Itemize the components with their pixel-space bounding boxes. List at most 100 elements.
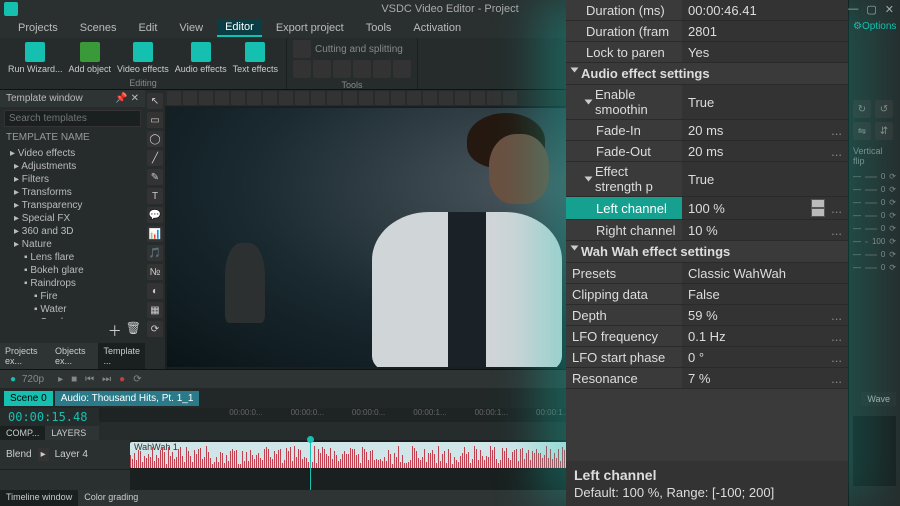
tab-layers[interactable]: LAYERS (45, 426, 92, 440)
menu-scenes[interactable]: Scenes (72, 20, 125, 36)
tree-item[interactable]: ▸ 360 and 3D (4, 225, 141, 238)
pv-btn[interactable] (215, 91, 229, 105)
slider[interactable] (865, 254, 877, 256)
pv-btn[interactable] (407, 91, 421, 105)
pv-btn[interactable] (455, 91, 469, 105)
menu-export[interactable]: Export project (268, 20, 352, 36)
text-effects-button[interactable]: Text effects (231, 40, 280, 76)
prop-row[interactable]: Right channel10 %... (566, 220, 848, 241)
play-icon[interactable]: ▸ (55, 374, 66, 385)
ellipsis-button[interactable]: ... (825, 144, 842, 159)
ellipse-tool-icon[interactable]: ◯ (147, 131, 163, 147)
resolution-indicator[interactable]: ● 720p (4, 374, 53, 385)
next-icon[interactable]: ⏭ (99, 374, 114, 385)
pv-btn[interactable] (167, 91, 181, 105)
pv-btn[interactable] (231, 91, 245, 105)
pv-btn[interactable] (311, 91, 325, 105)
audio-effects-button[interactable]: Audio effects (173, 40, 229, 76)
pin-icon[interactable]: 📌 ✕ (115, 93, 139, 104)
stop-icon[interactable]: ■ (68, 374, 80, 385)
pv-btn[interactable] (183, 91, 197, 105)
remove-template-icon[interactable]: 🗑 (126, 321, 141, 341)
pv-btn[interactable] (199, 91, 213, 105)
counter-tool-icon[interactable]: № (147, 264, 163, 280)
pv-btn[interactable] (439, 91, 453, 105)
slider[interactable] (865, 241, 868, 243)
tool-btn-1[interactable] (293, 60, 311, 78)
pv-btn[interactable] (247, 91, 261, 105)
tree-item[interactable]: ▸ Adjustments (4, 160, 141, 173)
pv-btn[interactable] (263, 91, 277, 105)
cut-icon[interactable] (293, 40, 311, 58)
pv-btn[interactable] (279, 91, 293, 105)
flip-h-icon[interactable]: ⇋ (853, 122, 871, 140)
line-tool-icon[interactable]: ╱ (147, 150, 163, 166)
tool-btn-4[interactable] (353, 60, 371, 78)
prop-row[interactable]: Left channel100 %... (566, 197, 848, 220)
text-tool-icon[interactable]: T (147, 188, 163, 204)
menu-edit[interactable]: Edit (130, 20, 165, 36)
menu-editor[interactable]: Editor (217, 19, 262, 37)
prop-row[interactable]: Clipping dataFalse (566, 284, 848, 305)
ellipsis-button[interactable]: ... (825, 308, 842, 323)
rotate-ccw-icon[interactable]: ↺ (875, 100, 893, 118)
rec-icon[interactable]: ● (116, 374, 128, 385)
ellipsis-button[interactable]: ... (825, 123, 842, 138)
slider[interactable] (865, 176, 877, 178)
prop-row[interactable]: Duration (ms)00:00:46.41 (566, 0, 848, 21)
track-row[interactable]: Blend ▸ Layer 4 (0, 440, 130, 470)
pv-btn[interactable] (359, 91, 373, 105)
tree-item[interactable]: ▸ Nature (4, 238, 141, 251)
tree-item[interactable]: ▸ Video effects (4, 147, 141, 160)
slider[interactable] (865, 202, 877, 204)
tree-item[interactable]: ▪ Bokeh glare (4, 264, 141, 277)
tree-item[interactable]: ▪ Water (4, 303, 141, 316)
animation-tool-icon[interactable]: ⟳ (147, 321, 163, 337)
cursor-tool-icon[interactable]: ↖ (147, 93, 163, 109)
menu-tools[interactable]: Tools (358, 20, 400, 36)
prop-row[interactable]: Resonance7 %... (566, 368, 848, 389)
chart-tool-icon[interactable]: 📊 (147, 226, 163, 242)
pv-btn[interactable] (295, 91, 309, 105)
tree-item[interactable]: ▪ Fire (4, 290, 141, 303)
run-wizard-button[interactable]: Run Wizard... (6, 40, 65, 76)
spinner[interactable] (811, 199, 825, 217)
prop-row[interactable]: LFO start phase0 °... (566, 347, 848, 368)
tool-btn-6[interactable] (393, 60, 411, 78)
video-effects-button[interactable]: Video effects (115, 40, 171, 76)
tool-btn-2[interactable] (313, 60, 331, 78)
menu-view[interactable]: View (171, 20, 211, 36)
rect-tool-icon[interactable]: ▭ (147, 112, 163, 128)
pv-btn[interactable] (487, 91, 501, 105)
add-template-icon[interactable]: ＋ (108, 321, 122, 341)
tree-item[interactable]: ▸ Transparency (4, 199, 141, 212)
slider[interactable] (865, 228, 877, 230)
pv-btn[interactable] (343, 91, 357, 105)
prop-row[interactable]: Effect strength pTrue (566, 162, 848, 197)
pv-btn[interactable] (375, 91, 389, 105)
prop-row[interactable]: Lock to parenYes (566, 42, 848, 63)
prop-row[interactable]: Fade-In20 ms... (566, 120, 848, 141)
tool-btn-3[interactable] (333, 60, 351, 78)
add-object-button[interactable]: Add object (67, 40, 114, 76)
prop-row[interactable]: LFO frequency0.1 Hz... (566, 326, 848, 347)
pen-tool-icon[interactable]: ✎ (147, 169, 163, 185)
tool-btn-5[interactable] (373, 60, 391, 78)
ellipsis-button[interactable]: ... (825, 371, 842, 386)
playhead[interactable] (310, 440, 311, 490)
pv-btn[interactable] (327, 91, 341, 105)
prop-row[interactable]: Enable smoothinTrue (566, 85, 848, 120)
prop-section-header[interactable]: Wah Wah effect settings (566, 241, 848, 263)
prop-row[interactable]: Fade-Out20 ms... (566, 141, 848, 162)
tree-item[interactable]: ▸ Transforms (4, 186, 141, 199)
prop-row[interactable]: Duration (fram2801 (566, 21, 848, 42)
ellipsis-button[interactable]: ... (825, 350, 842, 365)
audio-clip-tab[interactable]: Audio: Thousand Hits, Pt. 1_1 (55, 391, 200, 406)
tree-item[interactable]: ▸ Filters (4, 173, 141, 186)
mask-tool-icon[interactable]: ◐ (147, 283, 163, 299)
wave-tab[interactable]: Wave (861, 392, 896, 406)
tab-template[interactable]: Template ... (98, 343, 145, 369)
menu-activation[interactable]: Activation (405, 20, 469, 36)
tab-objects-ex[interactable]: Objects ex... (50, 343, 98, 369)
prop-section-header[interactable]: Audio effect settings (566, 63, 848, 85)
